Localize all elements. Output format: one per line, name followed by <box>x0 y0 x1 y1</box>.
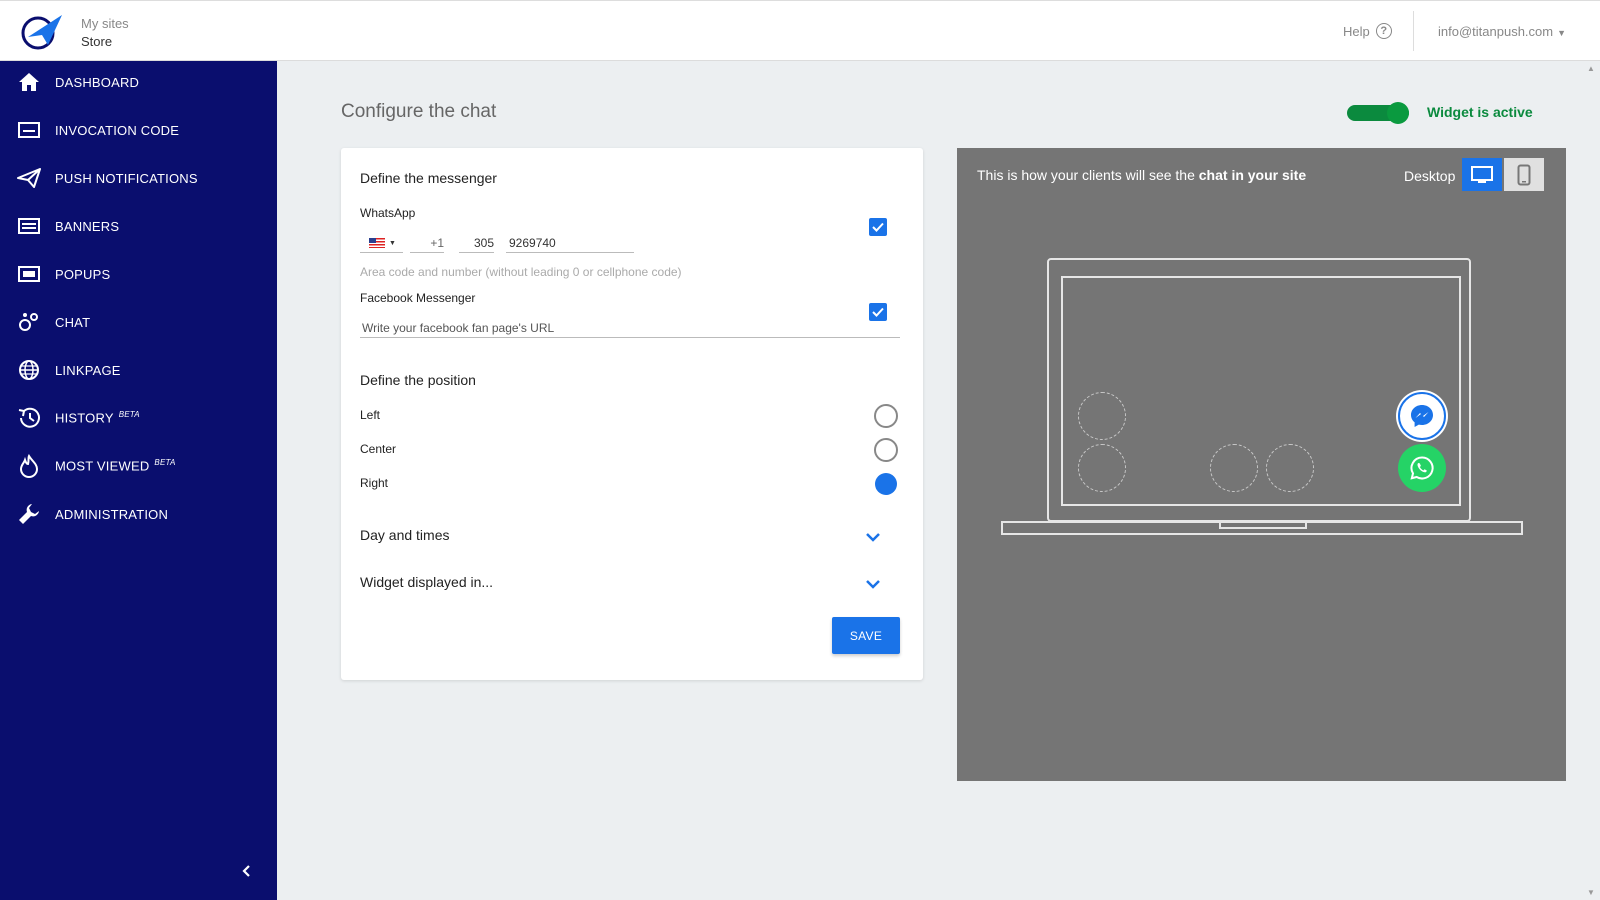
sidebar-item-popups[interactable]: POPUPS <box>0 253 277 295</box>
center-position-placeholder <box>1266 444 1314 492</box>
facebook-messenger-icon <box>1411 405 1433 427</box>
sidebar-item-chat[interactable]: CHAT <box>0 301 277 343</box>
sidebar-item-history[interactable]: HISTORY BETA <box>0 397 277 439</box>
paper-plane-icon <box>17 166 41 190</box>
messenger-section-title: Define the messenger <box>360 170 497 186</box>
left-position-placeholder <box>1078 444 1126 492</box>
site-selector[interactable]: My sites Store <box>81 15 129 51</box>
preview-caption: This is how your clients will see the ch… <box>977 167 1307 183</box>
sidebar-item-label: INVOCATION CODE <box>55 122 180 138</box>
dial-code: +1 <box>410 234 444 253</box>
globe-icon <box>17 358 41 382</box>
user-email: info@titanpush.com <box>1438 24 1554 39</box>
checkmark-icon <box>872 222 884 232</box>
messenger-chat-bubble[interactable] <box>1398 392 1446 440</box>
chevron-down-icon[interactable] <box>865 579 881 589</box>
save-button[interactable]: SAVE <box>832 617 900 654</box>
checkmark-icon <box>872 307 884 317</box>
position-option-right-label: Right <box>360 476 389 490</box>
beta-badge: BETA <box>118 410 140 420</box>
help-link[interactable]: Help ? <box>1343 23 1392 39</box>
wrench-icon <box>17 502 41 526</box>
titanpush-logo[interactable] <box>18 11 64 51</box>
chat-config-card: Define the messenger WhatsApp ▼ +1 Area … <box>341 148 923 680</box>
sidebar-item-label: BANNERS <box>55 218 120 234</box>
center-position-placeholder <box>1210 444 1258 492</box>
code-icon <box>17 118 41 142</box>
position-option-left-label: Left <box>360 408 381 422</box>
facebook-messenger-label: Facebook Messenger <box>360 291 476 305</box>
country-code-select[interactable]: ▼ <box>360 234 403 253</box>
sidebar-item-label: CHAT <box>55 314 91 330</box>
desktop-view-button[interactable] <box>1462 158 1502 191</box>
position-center-radio[interactable] <box>874 438 898 462</box>
question-mark-icon: ? <box>1375 23 1392 39</box>
chevron-down-icon[interactable] <box>865 532 881 542</box>
collapse-sidebar-button[interactable] <box>236 861 256 881</box>
chevron-down-icon: ▼ <box>1557 28 1567 38</box>
flame-icon <box>17 454 41 478</box>
position-option-center-label: Center <box>360 442 397 456</box>
sidebar-item-label: ADMINISTRATION <box>55 506 169 522</box>
top-bar: My sites Store Help ? info@titanpush.com… <box>0 0 1600 61</box>
site-selector-label: My sites <box>81 16 129 31</box>
sidebar: DASHBOARD INVOCATION CODE PUSH NOTIFICAT… <box>0 61 277 900</box>
day-times-section[interactable]: Day and times <box>360 527 449 543</box>
beta-badge: BETA <box>154 458 176 468</box>
left-position-placeholder <box>1078 392 1126 440</box>
banner-icon <box>17 214 41 238</box>
whatsapp-chat-bubble[interactable] <box>1398 444 1446 492</box>
whatsapp-icon <box>1410 456 1434 480</box>
header-divider <box>1413 11 1414 51</box>
sidebar-item-push-notifications[interactable]: PUSH NOTIFICATIONS <box>0 157 277 199</box>
phone-hint: Area code and number (without leading 0 … <box>360 265 682 279</box>
sidebar-item-label: PUSH NOTIFICATIONS <box>55 170 198 186</box>
sidebar-item-banners[interactable]: BANNERS <box>0 205 277 247</box>
position-left-radio[interactable] <box>874 404 898 428</box>
page-title: Configure the chat <box>341 101 497 122</box>
sidebar-item-most-viewed[interactable]: MOST VIEWED BETA <box>0 445 277 487</box>
sidebar-item-label: DASHBOARD <box>55 74 140 90</box>
chevron-down-icon: ▼ <box>389 239 396 247</box>
laptop-illustration <box>1001 258 1523 535</box>
widget-active-label: Widget is active <box>1427 104 1533 120</box>
mobile-view-button[interactable] <box>1504 158 1544 191</box>
sidebar-item-dashboard[interactable]: DASHBOARD <box>0 61 277 103</box>
area-code-input[interactable] <box>459 234 494 253</box>
home-icon <box>17 70 41 94</box>
sidebar-item-label: POPUPS <box>55 266 111 282</box>
help-label: Help <box>1343 23 1370 39</box>
chat-bubbles-icon <box>17 310 41 334</box>
sidebar-item-administration[interactable]: ADMINISTRATION <box>0 493 277 535</box>
chevron-left-icon <box>242 865 250 877</box>
scroll-up-arrow[interactable]: ▲ <box>1587 64 1595 73</box>
position-section-title: Define the position <box>360 372 476 388</box>
popup-icon <box>17 262 41 286</box>
sidebar-item-label: MOST VIEWED BETA <box>55 458 176 474</box>
us-flag-icon <box>369 238 385 248</box>
widget-displayed-in-section[interactable]: Widget displayed in... <box>360 574 493 590</box>
sidebar-item-label: LINKPAGE <box>55 362 121 378</box>
device-label: Desktop <box>1404 168 1456 184</box>
current-site-name: Store <box>81 34 113 49</box>
user-menu[interactable]: info@titanpush.com ▼ <box>1438 24 1566 39</box>
scroll-down-arrow[interactable]: ▼ <box>1587 888 1595 897</box>
sidebar-item-label: HISTORY BETA <box>55 410 140 426</box>
monitor-icon <box>1471 165 1493 183</box>
smartphone-icon <box>1517 164 1531 185</box>
position-right-radio[interactable] <box>875 473 897 495</box>
chat-preview-panel: This is how your clients will see the ch… <box>957 148 1566 781</box>
toggle-knob <box>1387 102 1409 124</box>
sidebar-item-invocation-code[interactable]: INVOCATION CODE <box>0 109 277 151</box>
history-icon <box>17 406 41 430</box>
whatsapp-checkbox[interactable] <box>869 218 887 236</box>
phone-number-input[interactable] <box>506 234 634 253</box>
whatsapp-label: WhatsApp <box>360 206 416 220</box>
widget-active-toggle[interactable] <box>1347 102 1409 124</box>
facebook-url-input[interactable] <box>360 319 900 338</box>
sidebar-item-linkpage[interactable]: LINKPAGE <box>0 349 277 391</box>
